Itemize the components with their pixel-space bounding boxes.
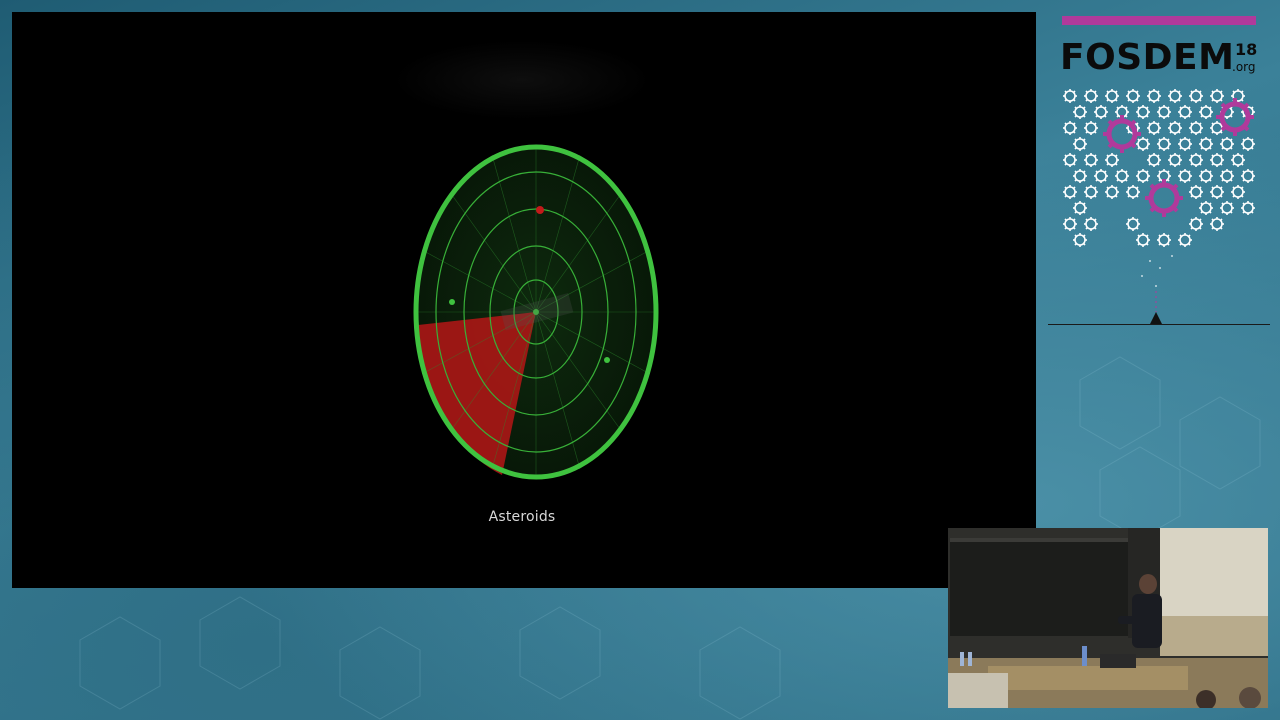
fosdem-branding: FOSDEM 18 .org <box>1046 12 1270 332</box>
presentation-slide: Asteroids <box>12 12 1036 588</box>
gears-pattern-icon <box>1062 88 1266 324</box>
slide-caption: Asteroids <box>488 509 556 525</box>
brand-year: 18 <box>1235 40 1258 59</box>
presenter-camera-feed <box>948 528 1268 708</box>
radar-graphic <box>413 144 659 480</box>
presenter-video-icon <box>948 528 1268 708</box>
faint-slide-artifact <box>392 40 652 120</box>
brand-accent-bar <box>1062 16 1256 25</box>
brand-tld: .org <box>1232 60 1256 74</box>
brand-ground-line <box>1048 324 1270 325</box>
brand-name: FOSDEM <box>1060 37 1235 78</box>
